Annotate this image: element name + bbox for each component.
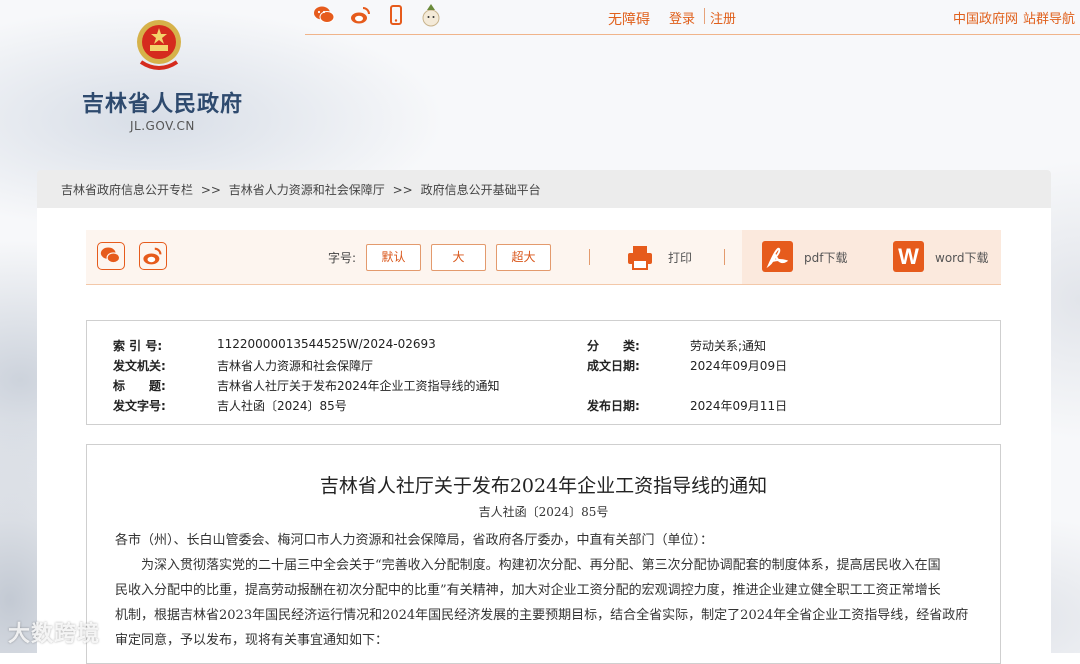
pdf-icon[interactable] [762,241,793,272]
gov-site-domain: JL.GOV.CN [130,119,195,133]
index-label: 索 引 号: [113,339,163,353]
print-button[interactable]: 打印 [668,249,692,266]
word-icon[interactable]: W [893,241,924,272]
breadcrumb: 吉林省政府信息公开专栏 >> 吉林省人力资源和社会保障厅 >> 政府信息公开基础… [61,181,545,198]
article-paragraph: 机制，根据吉林省2023年国民经济运行情况和2024年国民经济发展的主要预期目标… [115,608,969,623]
title-label: 标 题: [113,379,166,393]
published-date-label: 发布日期: [587,399,640,413]
weibo-icon[interactable] [349,4,371,26]
category-label: 分 类: [587,339,640,353]
weibo-icon [143,247,162,265]
wechat-icon[interactable] [313,4,335,26]
published-date-value: 2024年09月11日 [690,399,788,413]
font-default-button[interactable]: 默认 [366,244,421,271]
document-metadata: 索 引 号: 11220000013544525W/2024-02693 分 类… [86,320,1001,425]
index-value: 11220000013544525W/2024-02693 [217,337,436,351]
article-paragraph: 审定同意，予以发布，现将有关事宜通知如下： [115,633,389,648]
mobile-icon[interactable] [385,4,407,26]
share-wechat-button[interactable] [97,242,125,270]
doc-number-label: 发文字号: [113,399,166,413]
article-salutation: 各市（州）、长白山管委会、梅河口市人力资源和社会保障局，省政府各厅委办，中直有关… [115,533,714,548]
divider [724,249,725,265]
breadcrumb-item-platform[interactable]: 政府信息公开基础平台 [421,183,541,197]
font-xlarge-button[interactable]: 超大 [496,244,551,271]
watermark: 大数跨境 [8,622,101,647]
national-emblem-icon [137,20,181,70]
mascot-icon[interactable] [419,2,443,28]
article-body: 吉林省人社厅关于发布2024年企业工资指导线的通知 吉人社函〔2024〕85号 … [86,444,1001,664]
wechat-icon [100,247,121,264]
register-link[interactable]: 注册 [710,8,736,27]
font-size-label: 字号: [328,251,357,265]
printer-icon[interactable] [626,243,654,271]
accessibility-link[interactable]: 无障碍 [608,9,650,29]
article-toolbar: 字号: 默认 大 超大 打印 pdf下载 W word下载 [86,230,1001,285]
article-doc-number: 吉人社函〔2024〕85号 [478,505,609,519]
category-value: 劳动关系;通知 [690,339,767,353]
breadcrumb-bar: 吉林省政府信息公开专栏 >> 吉林省人力资源和社会保障厅 >> 政府信息公开基础… [37,170,1051,208]
article-paragraph: 为深入贯彻落实党的二十届三中全会关于“完善收入分配制度。构建初次分配、再分配、第… [141,558,941,573]
pdf-download-button[interactable]: pdf下载 [804,249,847,266]
breadcrumb-separator: >> [392,183,413,197]
divider [589,249,590,265]
site-nav-link[interactable]: 站群导航 [1023,8,1075,27]
breadcrumb-separator: >> [200,183,221,197]
share-weibo-button[interactable] [139,242,167,270]
top-bar: 无障碍 登录 注册 中国政府网 站群导航 [305,0,1080,35]
doc-number-value: 吉人社函〔2024〕85号 [217,399,347,413]
font-large-button[interactable]: 大 [431,244,486,271]
article-paragraph: 民收入分配中的比重，提高劳动报酬在初次分配中的比重”有关精神，加大对企业工资分配… [115,583,941,598]
divider [704,8,705,24]
china-gov-link[interactable]: 中国政府网 [953,8,1018,27]
issuer-label: 发文机关: [113,359,166,373]
download-zone: pdf下载 W word下载 [742,230,1001,284]
issuer-value: 吉林省人力资源和社会保障厅 [217,359,374,373]
created-date-value: 2024年09月09日 [690,359,788,373]
word-download-button[interactable]: word下载 [935,249,989,266]
title-value: 吉林省人社厅关于发布2024年企业工资指导线的通知 [217,379,500,393]
gov-site-name[interactable]: 吉林省人民政府 [82,86,243,118]
breadcrumb-item-info-column[interactable]: 吉林省政府信息公开专栏 [61,183,193,197]
article-title: 吉林省人社厅关于发布2024年企业工资指导线的通知 [319,475,768,497]
created-date-label: 成文日期: [587,359,640,373]
breadcrumb-item-hr-department[interactable]: 吉林省人力资源和社会保障厅 [229,183,385,197]
login-link[interactable]: 登录 [669,8,695,27]
